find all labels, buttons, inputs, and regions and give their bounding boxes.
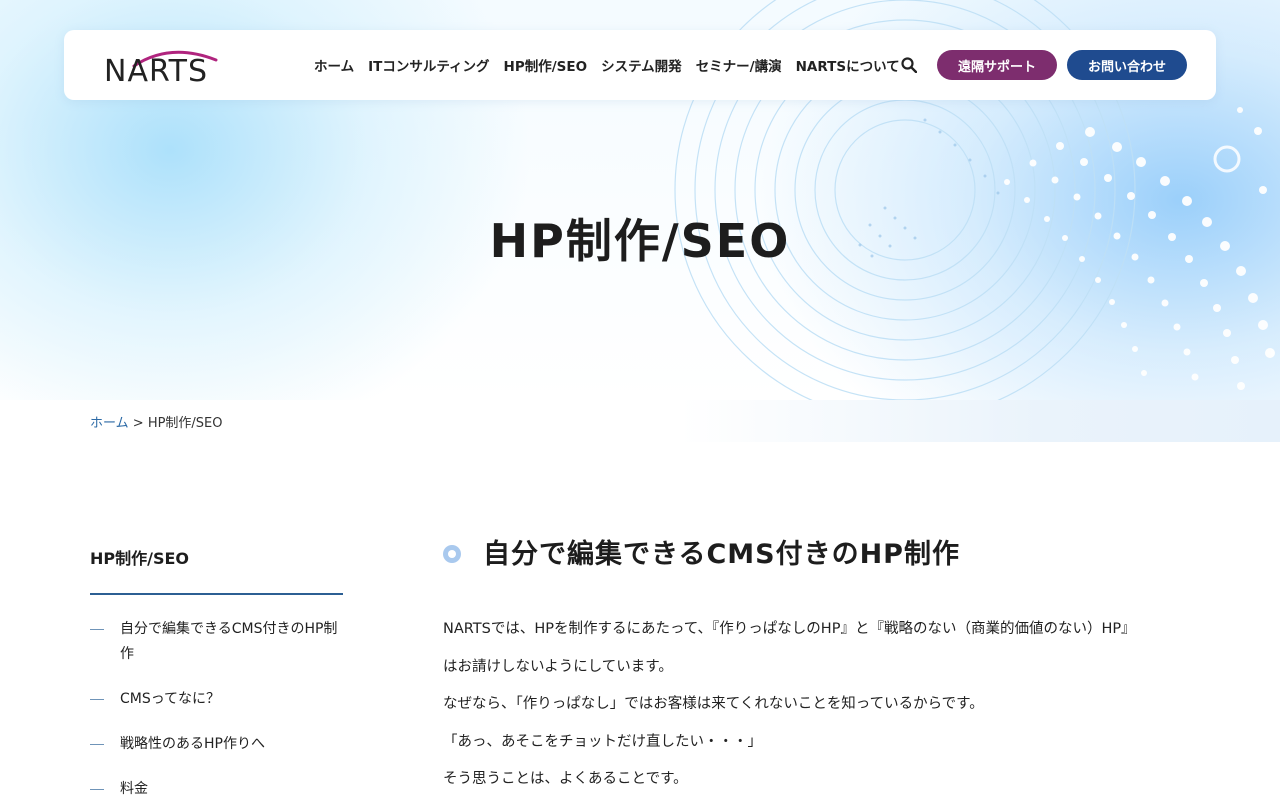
nav-item-hp-seo[interactable]: HP制作/SEO: [504, 55, 588, 75]
sidebar-item-label: 自分で編集できるCMS付きのHP制作: [120, 621, 338, 662]
main-nav: ホーム ITコンサルティング HP制作/SEO システム開発 セミナー/講演 N…: [314, 30, 914, 100]
main-content: 自分で編集できるCMS付きのHP制作 NARTSでは、HPを制作するにあたって、…: [443, 535, 1203, 799]
remote-support-button[interactable]: 遠隔サポート: [937, 50, 1057, 80]
sidebar-item-label: 戦略性のあるHP作りへ: [120, 736, 265, 752]
breadcrumb-band: [680, 400, 1280, 442]
dash-icon: [90, 789, 104, 790]
circle-bullet-icon: [443, 545, 461, 563]
section-title: 自分で編集できるCMS付きのHP制作: [483, 539, 960, 570]
sidebar-item-strategic-hp[interactable]: 戦略性のあるHP作りへ: [90, 732, 343, 757]
nav-item-system-dev[interactable]: システム開発: [601, 55, 682, 75]
sidebar-item-label: 料金: [120, 781, 148, 797]
dash-icon: [90, 629, 104, 630]
site-header: NARTS ホーム ITコンサルティング HP制作/SEO システム開発 セミナ…: [64, 30, 1216, 100]
sidebar-title: HP制作/SEO: [90, 545, 343, 595]
sidebar-item-label: CMSってなに？: [120, 691, 221, 707]
nav-item-about[interactable]: NARTSについて: [796, 55, 900, 75]
breadcrumb-home-link[interactable]: ホーム: [90, 416, 129, 431]
search-icon[interactable]: [901, 57, 917, 73]
paragraph: なぜなら、「作りっぱなし」ではお客様は来てくれないことを知っているからです。: [443, 696, 984, 712]
contact-button[interactable]: お問い合わせ: [1067, 50, 1187, 80]
dash-icon: [90, 744, 104, 745]
nav-item-home[interactable]: ホーム: [314, 55, 354, 75]
breadcrumb: ホーム > HP制作/SEO: [90, 412, 223, 431]
sidebar-item-what-is-cms[interactable]: CMSってなに？: [90, 687, 343, 712]
paragraph: NARTSでは、HPを制作するにあたって、『作りっぱなしのHP』と『戦略のない（…: [443, 621, 1136, 637]
logo[interactable]: NARTS: [104, 46, 218, 89]
section-body: NARTSでは、HPを制作するにあたって、『作りっぱなしのHP』と『戦略のない（…: [443, 611, 1203, 799]
paragraph: 「あっ、あそこをチョットだけ直したい・・・」: [443, 733, 762, 750]
sidebar-list: 自分で編集できるCMS付きのHP制作 CMSってなに？ 戦略性のあるHP作りへ …: [90, 617, 343, 800]
breadcrumb-separator: >: [132, 416, 144, 431]
section-heading: 自分で編集できるCMS付きのHP制作: [443, 535, 1203, 575]
paragraph: はお請けしないようにしています。: [443, 658, 673, 675]
sidebar: HP制作/SEO 自分で編集できるCMS付きのHP制作 CMSってなに？ 戦略性…: [90, 545, 343, 800]
logo-text: NARTS: [104, 54, 208, 89]
nav-item-it-consulting[interactable]: ITコンサルティング: [368, 55, 489, 75]
paragraph: そう思うことは、よくあることです。: [443, 771, 688, 787]
sidebar-item-pricing[interactable]: 料金: [90, 777, 343, 800]
dash-icon: [90, 699, 104, 700]
breadcrumb-current: HP制作/SEO: [147, 416, 223, 431]
page-title: HP制作/SEO: [489, 214, 791, 268]
sidebar-item-cms-hp[interactable]: 自分で編集できるCMS付きのHP制作: [90, 617, 343, 667]
nav-item-seminar[interactable]: セミナー/講演: [696, 55, 782, 75]
